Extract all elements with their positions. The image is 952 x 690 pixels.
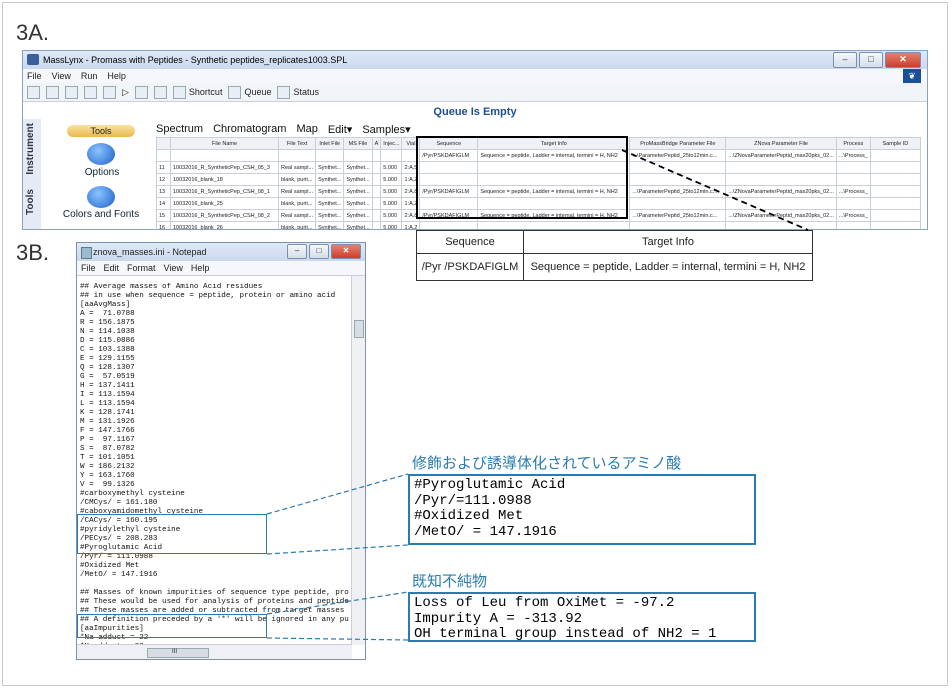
zoom-line: OH terminal group instead of NH2 = 1 [414,626,717,642]
impurities-heading: 既知不純物 [412,572,488,590]
impurities-zoom: Loss of Leu from OxiMet = -97.2 Impurity … [408,592,756,642]
zoom-line: Loss of Leu from OxiMet = -97.2 [414,595,675,611]
zoom-line: /MetO/ = 147.1916 [414,523,557,540]
connector-mod-bottom [266,544,409,555]
zoom-line: Impurity A = -313.92 [414,610,583,627]
zoom-line: /Pyr/=111.0988 [414,492,532,509]
zoom-line: #Pyroglutamic Acid [414,477,566,493]
connector-imp-bottom [266,637,409,641]
modified-aa-zoom: #Pyroglutamic Acid/Pyr/=111.0988 #Oxidize… [408,474,756,545]
connector-3a [621,149,809,231]
connector-mod-top [266,473,409,515]
zoom-line: #Oxidized Met [414,508,524,524]
connector-imp-top [266,591,409,615]
modified-aa-heading: 修飾および誘導体化されているアミノ酸 [412,454,682,472]
